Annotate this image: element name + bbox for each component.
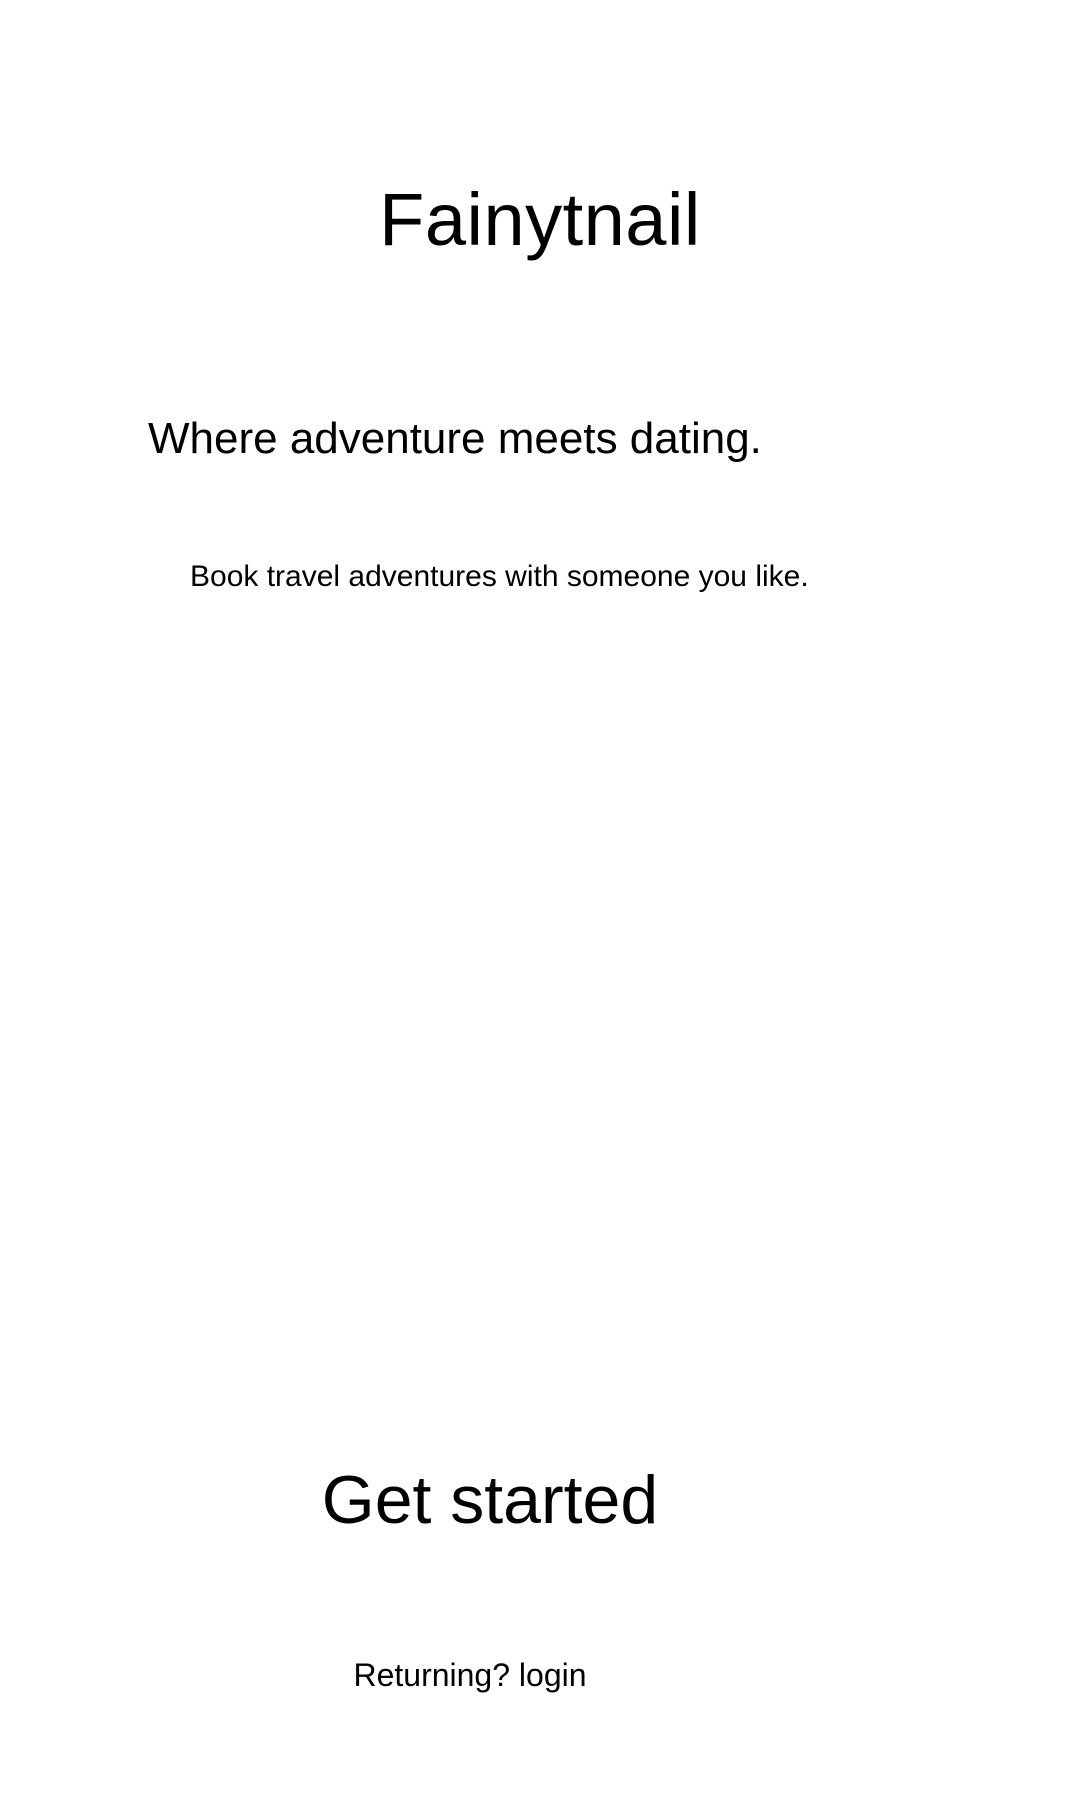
login-link[interactable]: Returning? login xyxy=(340,1650,600,1700)
get-started-button[interactable]: Get started xyxy=(300,1440,680,1560)
tagline: Where adventure meets dating. xyxy=(148,414,762,463)
subtitle: Book travel adventures with someone you … xyxy=(190,560,809,593)
app-title: Fainytnail xyxy=(379,178,701,261)
